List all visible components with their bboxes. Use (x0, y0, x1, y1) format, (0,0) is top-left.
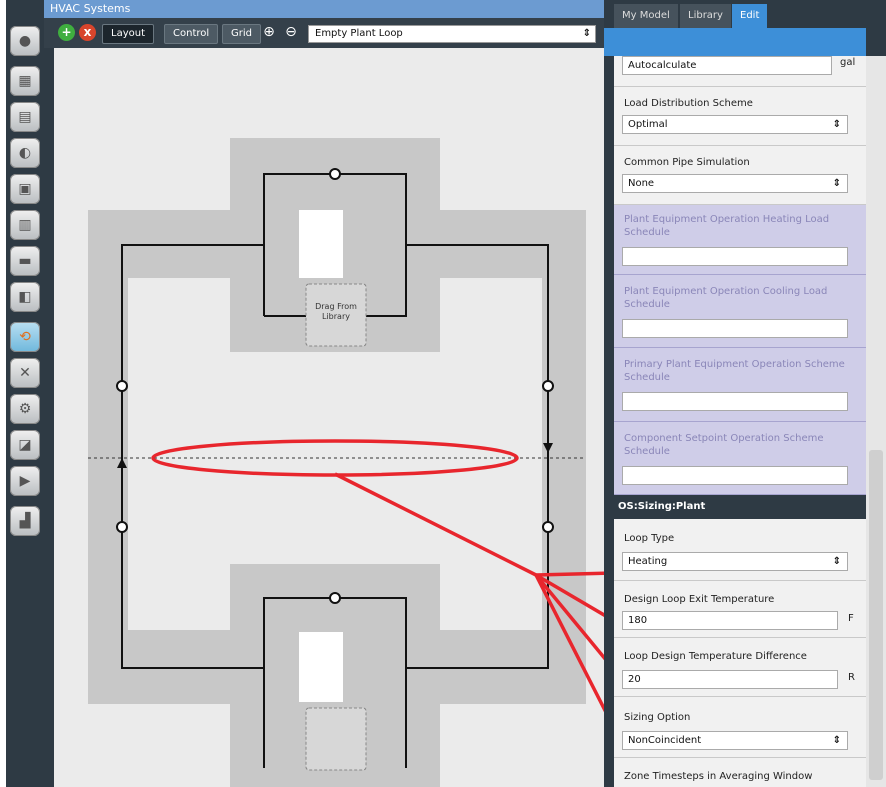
window-title: HVAC Systems (50, 2, 131, 15)
node-circle (329, 592, 341, 604)
node-circle (542, 521, 554, 533)
select-arrow-icon: ⇕ (832, 119, 841, 130)
control-button[interactable]: Control (164, 24, 219, 44)
sizing-option-section: Sizing Option NonCoincident ⇕ (614, 697, 866, 758)
tab-my-model[interactable]: My Model (614, 4, 679, 28)
load-distribution-label: Load Distribution Scheme (624, 98, 753, 109)
edit-tab-header (604, 28, 866, 56)
results-chart-icon[interactable]: ▟ (10, 506, 40, 536)
remove-icon[interactable]: x (79, 24, 96, 41)
output-variables-icon[interactable]: ◪ (10, 430, 40, 460)
loop-type-value: Heating (628, 556, 668, 567)
exit-temp-label: Design Loop Exit Temperature (624, 594, 775, 605)
drag-from-library-label: Drag From Library (315, 302, 357, 321)
primary-schedule-field[interactable] (622, 392, 848, 411)
primary-schedule-section: Primary Plant Equipment Operation Scheme… (614, 348, 866, 422)
hvac-systems-icon[interactable]: ⟲ (10, 322, 40, 352)
load-distribution-select[interactable]: Optimal ⇕ (622, 115, 848, 134)
plant-loop-select-value: Empty Plant Loop (315, 28, 403, 39)
sizing-option-value: NonCoincident (628, 735, 702, 746)
common-pipe-select[interactable]: None ⇕ (622, 174, 848, 193)
panel-tabs: My Model Library Edit (604, 0, 886, 28)
component-schedule-label: Component Setpoint Operation Scheme Sche… (624, 433, 824, 457)
volume-unit: gal (840, 57, 856, 68)
supply-inner-box (299, 210, 343, 278)
facility-icon[interactable]: ▬ (10, 246, 40, 276)
cooling-schedule-section: Plant Equipment Operation Cooling Load S… (614, 275, 866, 348)
run-simulation-icon[interactable]: ▶ (10, 466, 40, 496)
primary-schedule-label: Primary Plant Equipment Operation Scheme… (624, 359, 845, 383)
grid-button[interactable]: Grid (222, 24, 261, 44)
exit-temp-unit: F (848, 613, 854, 624)
node-circle (116, 380, 128, 392)
volume-value: Autocalculate (628, 60, 697, 71)
inspector-form: Autocalculate gal Load Distribution Sche… (614, 56, 866, 787)
form-scrollbar-thumb[interactable] (869, 450, 883, 780)
left-tool-strip: ● ▦ ▤ ◐ ▣ ▥ ▬ ◧ ⟲ ✕ ⚙ ◪ ▶ ▟ (6, 0, 44, 787)
plant-loop-select[interactable]: Empty Plant Loop ⇕ (308, 25, 596, 43)
loads-icon[interactable]: ◐ (10, 138, 40, 168)
common-pipe-value: None (628, 178, 655, 189)
select-arrow-icon: ⇕ (832, 556, 841, 567)
loop-canvas[interactable]: Drag From Library (54, 48, 604, 787)
heating-schedule-field[interactable] (622, 247, 848, 266)
temp-diff-field[interactable]: 20 (622, 670, 838, 689)
hvac-toolbar: + x Layout Control Grid ⊕ ⊖ Empty Plant … (44, 18, 604, 48)
loop-type-label: Loop Type (624, 533, 675, 544)
drop-zone-demand (305, 707, 367, 771)
node-circle (542, 380, 554, 392)
constructions-icon[interactable]: ▤ (10, 102, 40, 132)
sizing-plant-header: OS:Sizing:Plant (614, 495, 866, 519)
zoom-out-icon[interactable]: ⊖ (282, 23, 300, 41)
layout-button[interactable]: Layout (102, 24, 154, 44)
temp-diff-section: Loop Design Temperature Difference 20 R (614, 638, 866, 697)
loop-type-select[interactable]: Heating ⇕ (622, 552, 848, 571)
sizing-plant-title: OS:Sizing:Plant (618, 501, 706, 512)
exit-temp-value: 180 (628, 615, 648, 626)
annotation-arrow-line (334, 472, 537, 577)
heating-schedule-section: Plant Equipment Operation Heating Load S… (614, 205, 866, 275)
temp-diff-value: 20 (628, 674, 641, 685)
cooling-schedule-field[interactable] (622, 319, 848, 338)
exit-temp-section: Design Loop Exit Temperature 180 F (614, 581, 866, 638)
zone-timesteps-label: Zone Timesteps in Averaging Window (624, 771, 813, 782)
demand-inner-box (299, 632, 343, 702)
tab-edit[interactable]: Edit (732, 4, 769, 28)
loop-type-section: Loop Type Heating ⇕ (614, 520, 866, 581)
select-arrow-icon: ⇕ (582, 28, 591, 39)
common-pipe-label: Common Pipe Simulation (624, 157, 750, 168)
zoom-in-icon[interactable]: ⊕ (260, 23, 278, 41)
heating-schedule-label: Plant Equipment Operation Heating Load S… (624, 214, 830, 238)
temp-diff-label: Loop Design Temperature Difference (624, 651, 807, 662)
space-types-icon[interactable]: ▣ (10, 174, 40, 204)
annotation-arrow-line (535, 571, 604, 577)
temp-diff-unit: R (848, 672, 855, 683)
component-schedule-field[interactable] (622, 466, 848, 485)
schedules-icon[interactable]: ▦ (10, 66, 40, 96)
settings-gear-icon[interactable]: ⚙ (10, 394, 40, 424)
sizing-option-label: Sizing Option (624, 712, 691, 723)
component-schedule-section: Component Setpoint Operation Scheme Sche… (614, 422, 866, 495)
spaces-icon[interactable]: ◧ (10, 282, 40, 312)
measures-icon[interactable]: ✕ (10, 358, 40, 388)
select-arrow-icon: ⇕ (832, 178, 841, 189)
common-pipe-section: Common Pipe Simulation None ⇕ (614, 146, 866, 205)
load-distribution-section: Load Distribution Scheme Optimal ⇕ (614, 87, 866, 146)
node-circle (116, 521, 128, 533)
volume-field[interactable]: Autocalculate (622, 56, 832, 75)
window-titlebar: HVAC Systems (44, 0, 604, 18)
tab-library[interactable]: Library (680, 4, 732, 28)
site-icon[interactable]: ● (10, 26, 40, 56)
volume-section: Autocalculate gal (614, 56, 866, 87)
sizing-option-select[interactable]: NonCoincident ⇕ (622, 731, 848, 750)
exit-temp-field[interactable]: 180 (622, 611, 838, 630)
select-arrow-icon: ⇕ (832, 735, 841, 746)
load-distribution-value: Optimal (628, 119, 668, 130)
node-circle (329, 168, 341, 180)
cooling-schedule-label: Plant Equipment Operation Cooling Load S… (624, 286, 828, 310)
add-icon[interactable]: + (58, 24, 75, 41)
plant-loop-diagram (88, 138, 604, 787)
geometry-icon[interactable]: ▥ (10, 210, 40, 240)
zone-timesteps-section: Zone Timesteps in Averaging Window (614, 758, 866, 787)
